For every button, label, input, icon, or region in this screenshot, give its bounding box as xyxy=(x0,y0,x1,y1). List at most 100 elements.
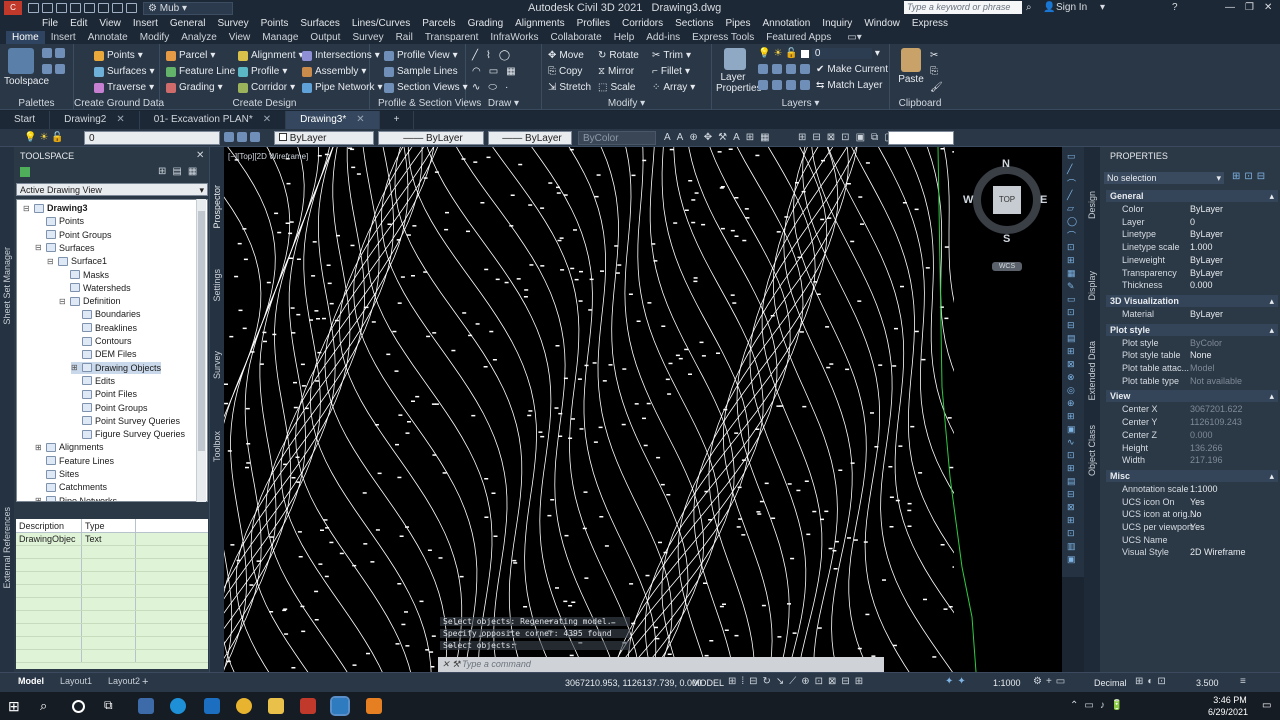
table-row[interactable]: DrawingObjec Text xyxy=(16,533,208,546)
tab-add-ins[interactable]: Add-ins xyxy=(640,31,686,44)
viewcube-top[interactable]: TOP xyxy=(993,186,1021,214)
vertical-tool-icon[interactable]: ⊟ xyxy=(1067,489,1075,500)
prop-row-layer[interactable]: Layer 0 xyxy=(1100,217,1280,229)
search-input[interactable]: Type a keyword or phrase xyxy=(904,1,1022,14)
minimize-icon[interactable]: — xyxy=(1225,2,1235,13)
vertical-tool-icon[interactable]: ╱ xyxy=(1067,164,1072,175)
tree-item-pipe-networks[interactable]: ⊞ Pipe Networks xyxy=(35,495,117,501)
prop-row-plot-style-table[interactable]: Plot style table None xyxy=(1100,350,1280,362)
table-row[interactable] xyxy=(16,624,208,637)
prop-row-width[interactable]: Width 217.196 xyxy=(1100,455,1280,467)
vertical-tool-icon[interactable]: ⊗ xyxy=(1067,372,1075,383)
pipe-network-button[interactable]: Pipe Network ▾ xyxy=(302,82,383,93)
prop-section-3d-visualization[interactable]: 3D Visualization ▴ xyxy=(1106,294,1278,307)
expand-icon[interactable]: ⊟ xyxy=(47,257,55,266)
customize-icon[interactable]: ≡ xyxy=(1240,676,1246,687)
table-row[interactable] xyxy=(16,572,208,585)
layer-select[interactable]: 💡 ☀ 🔓 0 ▾ xyxy=(758,48,880,59)
corridor-button[interactable]: Corridor ▾ xyxy=(238,82,295,93)
menu-general[interactable]: General xyxy=(164,18,212,29)
vertical-tool-icon[interactable]: ⊡ xyxy=(1067,528,1075,539)
text-align-icon[interactable]: A xyxy=(677,132,684,143)
drafting-toggles[interactable]: ⊞⁞⊟↻↘⟋⊕⊡⊠⊟⊞ xyxy=(728,676,868,687)
style-combo[interactable] xyxy=(888,131,954,145)
prop-row-ucs-icon-on[interactable]: UCS icon On Yes xyxy=(1100,497,1280,509)
vertical-tool-icon[interactable]: ⊞ xyxy=(1067,255,1075,266)
vertical-tool-icon[interactable]: ⊞ xyxy=(1067,346,1075,357)
point-icon[interactable]: · xyxy=(505,82,508,93)
plotstyle-combo[interactable]: ByColor xyxy=(578,131,656,145)
notifications-icon[interactable]: ▭ xyxy=(1262,700,1271,711)
vertical-tool-icon[interactable]: ⊡ xyxy=(1067,450,1075,461)
match-layer-button[interactable]: ⇆ Match Layer xyxy=(816,80,882,91)
search-icon[interactable]: ⌕ xyxy=(1026,2,1032,13)
windows-start-icon[interactable]: ⊞ xyxy=(8,698,24,714)
prop-row-ucs-per-viewport[interactable]: UCS per viewport Yes xyxy=(1100,522,1280,534)
tree-item-watersheds[interactable]: Watersheds xyxy=(59,282,131,294)
match-props-icon[interactable]: 🖌 xyxy=(930,82,943,93)
menu-corridors[interactable]: Corridors xyxy=(616,18,669,29)
design-title[interactable]: Create Design xyxy=(160,98,369,109)
table-row[interactable] xyxy=(16,611,208,624)
layer-tools-icons[interactable] xyxy=(224,132,260,142)
workspace-select[interactable]: ⚙ Mub ▾ xyxy=(143,1,233,15)
viewport-label[interactable]: [−][Top][2D Wireframe] xyxy=(228,152,308,161)
section-collapse-icon[interactable]: ▴ xyxy=(1269,295,1274,307)
toolspace-close-icon[interactable]: ✕ xyxy=(196,150,204,161)
table-row[interactable] xyxy=(16,650,208,663)
tree-item-catchments[interactable]: Catchments xyxy=(35,481,107,493)
properties-toolbar[interactable]: ⊞ ⊡ ⊟ xyxy=(1232,171,1265,182)
layers-title[interactable]: Layers ▾ xyxy=(712,98,889,109)
vertical-tool-icon[interactable]: ◯ xyxy=(1067,216,1077,227)
profile-button[interactable]: Profile ▾ xyxy=(238,66,287,77)
assembly-button[interactable]: Assembly ▾ xyxy=(302,66,366,77)
menu-edit[interactable]: Edit xyxy=(64,18,93,29)
layer-state-icons[interactable]: 💡 ☀ 🔓 xyxy=(24,132,64,143)
mail-icon[interactable] xyxy=(204,698,220,714)
clock-time[interactable]: 3:46 PM xyxy=(1208,695,1252,705)
tree-item-sites[interactable]: Sites xyxy=(35,468,79,480)
prop-row-thickness[interactable]: Thickness 0.000 xyxy=(1100,280,1280,292)
ribbon-toggle-icon[interactable]: ▭▾ xyxy=(841,31,867,44)
menu-surfaces[interactable]: Surfaces xyxy=(294,18,345,29)
layer-combo[interactable]: 0 xyxy=(84,131,220,145)
ts-tool-1-icon[interactable]: ⊞ xyxy=(158,166,166,177)
model-space-button[interactable]: MODEL xyxy=(692,678,724,688)
tab-help[interactable]: Help xyxy=(608,31,641,44)
vertical-tool-icon[interactable]: ▦ xyxy=(1067,268,1076,279)
expand-icon[interactable]: ⊞ xyxy=(71,363,79,372)
vertical-tool-icon[interactable]: ⌒ xyxy=(1067,229,1076,242)
clipboard-title[interactable]: Clipboard xyxy=(890,98,950,109)
vertical-tool-icon[interactable]: ▭ xyxy=(1067,151,1076,162)
tree-scroll-thumb[interactable] xyxy=(198,211,205,451)
layout-tab-layout1[interactable]: Layout1 xyxy=(52,676,100,686)
tab-extended-data[interactable]: Extended Data xyxy=(1087,341,1097,401)
toolspace-button[interactable]: Toolspace xyxy=(4,48,49,87)
vertical-tool-icon[interactable]: ⊠ xyxy=(1067,359,1075,370)
menu-pipes[interactable]: Pipes xyxy=(719,18,756,29)
wcs-menu[interactable]: WCS xyxy=(992,262,1022,271)
text-box-icon[interactable]: A xyxy=(733,132,740,143)
ellipse-icon[interactable]: ⬭ xyxy=(488,82,497,93)
pan-icon[interactable]: ✥ xyxy=(704,132,712,143)
menu-window[interactable]: Window xyxy=(858,18,906,29)
prop-row-annotation-scale[interactable]: Annotation scale 1:1000 xyxy=(1100,484,1280,496)
tree-item-point-files[interactable]: Point Files xyxy=(71,388,137,400)
cart-icon[interactable]: ▾ xyxy=(1100,2,1105,13)
tab-display[interactable]: Display xyxy=(1087,271,1097,301)
rotate-button[interactable]: ↻ Rotate xyxy=(598,50,639,61)
tab-object-class[interactable]: Object Class xyxy=(1087,425,1097,476)
trim-button[interactable]: ✂ Trim ▾ xyxy=(652,50,691,61)
copy-button[interactable]: ⎘ Copy xyxy=(548,66,582,77)
menu-file[interactable]: File xyxy=(36,18,64,29)
expand-icon[interactable]: ⊟ xyxy=(23,204,31,213)
arc-icon[interactable]: ◠ xyxy=(472,66,481,77)
civil3d-taskbar-icon[interactable] xyxy=(330,696,350,716)
tree-item-boundaries[interactable]: Boundaries xyxy=(71,308,141,320)
cortana-icon[interactable] xyxy=(72,700,85,713)
view-icon-4[interactable]: ⊡ xyxy=(841,132,849,143)
annotation-toggles[interactable]: ✦✦ xyxy=(945,676,970,687)
stretch-button[interactable]: ⇲ Stretch xyxy=(548,82,591,93)
annotation-scale[interactable]: 1:1000 xyxy=(993,678,1021,688)
compass-s[interactable]: S xyxy=(1003,233,1010,245)
